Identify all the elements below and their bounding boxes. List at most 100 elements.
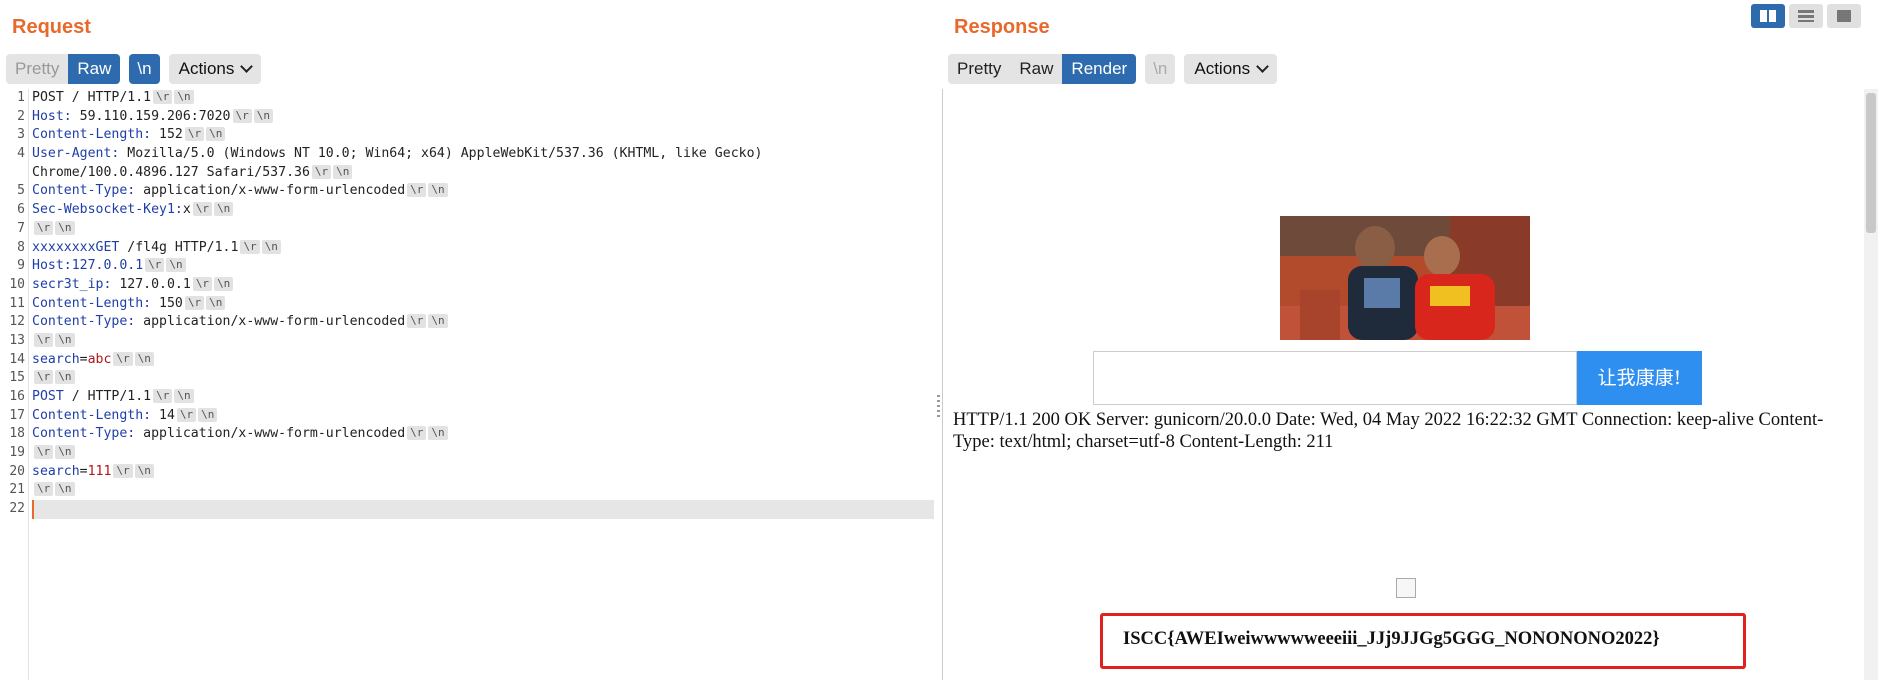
header-key: Content-Length:	[32, 295, 152, 311]
line-number: 8	[17, 239, 25, 255]
crlf-marker: \n	[428, 314, 448, 329]
line-number: 1	[17, 90, 25, 105]
line-number: 10	[9, 276, 25, 292]
line-number: 18	[9, 426, 25, 442]
show-newlines-button[interactable]: \n	[1145, 54, 1176, 84]
broken-image-icon	[1396, 578, 1416, 598]
layout-single-button[interactable]	[1827, 4, 1861, 28]
response-render-view: 让我康康! HTTP/1.1 200 OK Server: gunicorn/2…	[942, 89, 1878, 680]
header-key: search	[32, 351, 80, 367]
header-value: application/x-www-form-urlencoded	[135, 183, 406, 199]
crlf-marker: \n	[174, 389, 194, 404]
request-view-tabs: Pretty Raw	[6, 54, 121, 84]
header-key: Content-Length:	[32, 407, 152, 423]
actions-dropdown[interactable]: Actions	[168, 54, 262, 84]
code-line: \r \n	[32, 220, 934, 239]
line-number: 21	[9, 482, 25, 498]
crlf-marker: \r	[184, 295, 205, 310]
header-key: Host:	[32, 258, 72, 274]
show-newlines-button[interactable]: \n	[129, 54, 160, 84]
line-number: 9	[17, 258, 25, 274]
header-value: Mozilla/5.0 (Windows NT 10.0; Win64; x64…	[32, 146, 763, 180]
param-value: 111	[87, 463, 112, 479]
code-line: Content-Type: application/x-www-form-url…	[32, 313, 934, 332]
response-view-tabs: Pretty Raw Render	[948, 54, 1137, 84]
crlf-marker: \r	[145, 258, 165, 273]
crlf-marker: \n	[206, 295, 226, 310]
crlf-marker: \r	[176, 407, 197, 422]
actions-label: Actions	[1194, 59, 1251, 78]
header-value: /fl4g HTTP/1.1	[119, 239, 239, 255]
rows-icon	[1798, 10, 1814, 22]
crlf-marker: \r	[192, 276, 213, 291]
code-line: secr3t_ip: 127.0.0.1 \r \n	[32, 276, 934, 295]
code-line: Sec-Websocket-Key1:x \r \n	[32, 201, 934, 220]
line-number: 4	[17, 146, 25, 162]
response-title: Response	[954, 16, 1050, 38]
line-number: 2	[17, 108, 25, 124]
header-key: Content-Type:	[32, 314, 136, 330]
request-code[interactable]: POST / HTTP/1.1 \r \n Host: 59.110.159.206:…	[32, 89, 934, 519]
scrollbar-thumb[interactable]	[1866, 93, 1876, 233]
code-line: search=abc \r \n	[32, 351, 934, 370]
actions-dropdown[interactable]: Actions	[1184, 54, 1278, 84]
header-key: Host:	[32, 108, 72, 124]
tab-raw[interactable]: Raw	[1010, 54, 1062, 84]
response-body-text: HTTP/1.1 200 OK Server: gunicorn/20.0.0 …	[953, 410, 1824, 452]
crlf-marker: \r	[34, 482, 54, 497]
search-input[interactable]	[1093, 351, 1577, 405]
header-key: POST	[32, 389, 64, 405]
crlf-marker: \n	[55, 220, 75, 235]
request-pane: Request Pretty Raw \n Actions 1234567891…	[0, 0, 936, 680]
tab-pretty[interactable]: Pretty	[948, 54, 1010, 84]
meme-photo	[1280, 216, 1530, 340]
header-key: Sec-Websocket-Key1:	[32, 202, 183, 218]
layout-side-by-side-button[interactable]	[1751, 4, 1785, 28]
line-number: 17	[9, 407, 25, 423]
crlf-marker: \r	[240, 239, 260, 254]
header-value: application/x-www-form-urlencoded	[135, 426, 406, 442]
chevron-down-icon	[1256, 60, 1269, 73]
line-number: 16	[9, 389, 25, 405]
line-number: 12	[9, 314, 25, 330]
crlf-marker: \r	[113, 463, 133, 478]
tab-pretty[interactable]: Pretty	[6, 54, 68, 84]
header-key: Content-Type:	[32, 183, 136, 199]
header-key: Content-Type:	[32, 426, 136, 442]
code-line: POST / HTTP/1.1 \r \n	[32, 89, 934, 108]
line-number: 7	[17, 220, 25, 236]
drag-handle-icon[interactable]	[937, 395, 940, 417]
line-number: 19	[9, 445, 25, 461]
crlf-marker: \r	[407, 183, 427, 198]
crlf-marker: \r	[407, 426, 427, 441]
line-number: 3	[17, 127, 25, 143]
single-pane-icon	[1837, 10, 1851, 22]
tab-raw[interactable]: Raw	[68, 54, 121, 84]
line-number: 20	[9, 463, 25, 479]
line-number: 14	[9, 351, 25, 367]
crlf-marker: \n	[428, 426, 448, 441]
code-line	[32, 500, 934, 519]
crlf-marker: \n	[206, 127, 226, 142]
crlf-marker: \n	[333, 164, 353, 179]
submit-button[interactable]: 让我康康!	[1577, 351, 1702, 405]
response-toolbar: Pretty Raw Render \n Actions	[948, 54, 1278, 84]
code-line: User-Agent: Mozilla/5.0 (Windows NT 10.0…	[32, 145, 934, 182]
request-title: Request	[12, 16, 91, 38]
search-form: 让我康康!	[1093, 351, 1702, 405]
line-number: 22	[9, 501, 25, 517]
line-number: 5	[17, 183, 25, 199]
code-line: search=111 \r \n	[32, 463, 934, 482]
header-value: 127.0.0.1	[111, 276, 191, 292]
header-key: secr3t_ip:	[32, 276, 112, 292]
tab-render[interactable]: Render	[1062, 54, 1137, 84]
vertical-scrollbar[interactable]	[1864, 89, 1878, 680]
layout-stacked-button[interactable]	[1789, 4, 1823, 28]
code-line: \r \n	[32, 444, 934, 463]
crlf-marker: \n	[253, 108, 273, 123]
header-value: 150	[151, 295, 183, 311]
request-editor[interactable]: 1 2 3 4 5 6 7 8 9 10 11 12 13 14 15 16 17 18 19 20 21 22 POST…	[0, 89, 936, 680]
crlf-marker: \r	[34, 445, 54, 460]
header-value: application/x-www-form-urlencoded	[135, 314, 406, 330]
crlf-marker: \r	[407, 314, 427, 329]
